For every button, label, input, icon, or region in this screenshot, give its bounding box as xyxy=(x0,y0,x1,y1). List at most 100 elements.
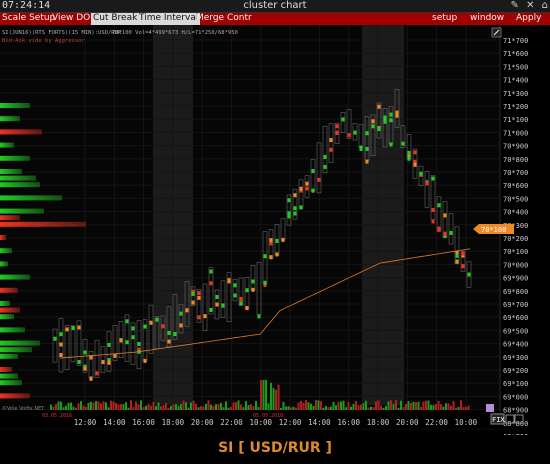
menu-scale-setup[interactable]: Scale Setup xyxy=(0,13,57,25)
volume-bar xyxy=(220,402,222,410)
price-tick-label: 69*400 xyxy=(503,341,528,349)
volume-bar xyxy=(340,401,342,410)
cluster-cell xyxy=(419,171,423,176)
cluster-cell xyxy=(227,278,231,283)
cluster-cell xyxy=(77,359,81,364)
volume-bar xyxy=(300,400,302,410)
cluster-cell xyxy=(125,319,129,324)
volume-bar xyxy=(335,405,337,410)
volume-bar xyxy=(185,402,187,410)
cluster-cell xyxy=(173,332,177,337)
volume-bar xyxy=(467,405,470,410)
home-icon[interactable]: ⌂ xyxy=(542,0,548,11)
volume-bar xyxy=(345,407,347,410)
price-tick-label: 69*800 xyxy=(503,288,528,296)
cluster-cell xyxy=(275,252,279,257)
volume-bar xyxy=(72,406,75,410)
volume-bar xyxy=(342,400,345,410)
volume-bar xyxy=(217,403,220,410)
cluster-cell xyxy=(167,330,171,335)
menu-merge-contr[interactable]: Merge Contr xyxy=(194,13,254,25)
price-tick-label: 71*100 xyxy=(503,116,528,124)
cluster-cell xyxy=(353,130,357,135)
price-tick-label: 69*500 xyxy=(503,327,528,335)
volume-bar xyxy=(442,406,445,410)
scroll-marker[interactable] xyxy=(486,404,494,412)
cluster-cell xyxy=(167,339,171,344)
cluster-cell xyxy=(455,259,459,264)
cluster-cell xyxy=(341,117,345,122)
instrument-stats: 70*100 Vol=4*499*673 H/L=71*250/68*950 xyxy=(112,30,238,36)
volume-bar xyxy=(85,406,87,410)
cluster-cell xyxy=(113,353,117,358)
price-tick-label: 71*700 xyxy=(503,37,528,45)
volume-bar xyxy=(377,400,380,410)
cluster-cell xyxy=(143,324,147,329)
menu-apply[interactable]: Apply xyxy=(514,13,543,25)
cluster-cell xyxy=(329,138,333,143)
volume-bar xyxy=(180,404,182,410)
volume-bar xyxy=(297,402,300,410)
time-tick-label: 20:00 xyxy=(191,418,214,427)
volume-bar xyxy=(427,400,430,410)
cluster-cell xyxy=(467,272,471,277)
cluster-cell xyxy=(83,366,87,371)
time-tick-label: 14:00 xyxy=(308,418,331,427)
volume-bar xyxy=(227,407,230,410)
volume-bar xyxy=(60,401,62,410)
cluster-cell xyxy=(299,186,303,191)
volume-bar xyxy=(315,400,317,410)
menu-window[interactable]: window xyxy=(468,13,506,25)
volume-profile-bar xyxy=(0,175,36,181)
volume-bar xyxy=(232,402,235,410)
cluster-cell xyxy=(101,360,105,365)
volume-bar xyxy=(242,407,245,410)
cluster-cell xyxy=(209,307,213,312)
cluster-cell xyxy=(287,198,291,203)
menu-bar: Scale Setup View DOM Cut Breaks Time Int… xyxy=(0,13,550,25)
volume-bar xyxy=(67,402,70,410)
cluster-cell xyxy=(413,150,417,155)
close-icon[interactable]: ✕ xyxy=(526,0,534,11)
aggressor-mode: Bid-Ask vide by Aggressor xyxy=(2,38,85,44)
volume-bar xyxy=(115,403,117,410)
menu-time-interval[interactable]: Time Interval xyxy=(137,13,201,25)
volume-bar xyxy=(455,407,457,410)
volume-bar xyxy=(412,401,415,410)
cluster-cell xyxy=(443,213,447,218)
cluster-cell xyxy=(365,159,369,164)
cluster-cell xyxy=(71,326,75,331)
volume-bar xyxy=(105,402,107,410)
price-tick-label: 69*900 xyxy=(503,275,528,283)
cluster-cell xyxy=(59,332,63,337)
volume-bar xyxy=(295,407,297,410)
volume-bar xyxy=(95,401,97,410)
volume-bar xyxy=(55,403,57,410)
volume-bar xyxy=(277,384,280,410)
cluster-cell xyxy=(233,293,237,298)
instrument-footer: SI [ USD/RUR ] xyxy=(218,440,332,456)
volume-bar xyxy=(447,403,450,410)
instrument-info: SI(JUN16)(RTS FORTS)(15 MIN):USD/RUR xyxy=(2,30,122,36)
cluster-cell xyxy=(425,181,429,186)
cluster-cell xyxy=(461,264,465,269)
volume-bar xyxy=(110,400,112,410)
edit-icon[interactable]: ✎ xyxy=(510,0,518,11)
volume-bar xyxy=(312,405,315,410)
price-tick-label: 70*500 xyxy=(503,195,528,203)
volume-bar xyxy=(290,407,292,410)
cluster-cell xyxy=(347,133,351,138)
menu-setup[interactable]: setup xyxy=(430,13,459,25)
cluster-cell xyxy=(185,308,189,313)
volume-bar xyxy=(362,403,365,410)
volume-profile-bar xyxy=(0,129,42,135)
cluster-cell xyxy=(371,124,375,129)
volume-bar xyxy=(237,400,240,410)
volume-bar xyxy=(240,404,242,410)
volume-bar xyxy=(112,401,115,410)
cluster-cell xyxy=(53,336,57,341)
volume-bar xyxy=(62,407,65,410)
last-price-tag: 70*100 xyxy=(473,224,514,234)
price-tick-label: 70*400 xyxy=(503,209,528,217)
cluster-chart[interactable]: 71*700 71*600 71*500 71*400 71*300 71*200 71*1… xyxy=(0,25,550,435)
